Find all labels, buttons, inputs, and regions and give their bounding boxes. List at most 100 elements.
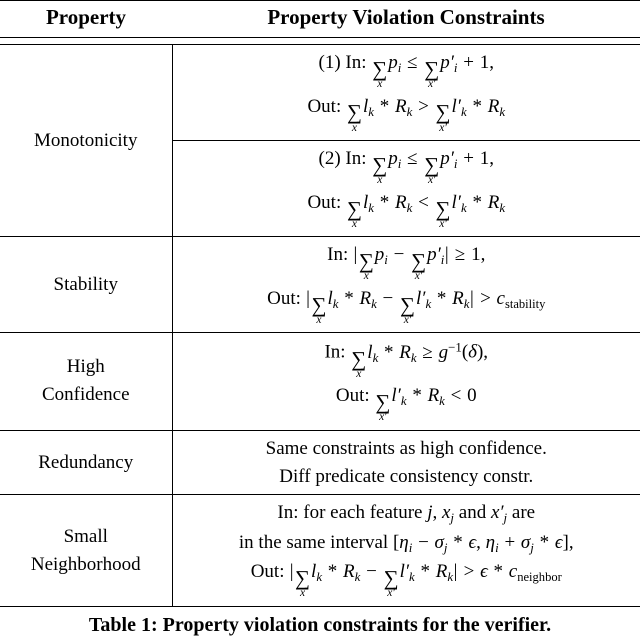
operator-plus: + — [463, 148, 474, 170]
operator-plus: + — [504, 531, 516, 553]
rule-right — [172, 37, 640, 45]
header-property: Property — [0, 0, 172, 38]
term-R-k: Rk — [427, 385, 445, 409]
sum-operator: ∑ x — [372, 56, 388, 91]
table-row: Monotonicity (1) In: ∑ x pi ≤ ∑ x′ p′i + 1, … — [0, 44, 640, 237]
constraint-line-out: Out: | ∑ x lk * Rk − ∑ x′ l′k * Rk| > ϵ * cne… — [183, 560, 631, 600]
term-p-prime-i: p′i — [440, 52, 458, 76]
symbol-epsilon: ϵ — [554, 531, 563, 553]
sum-operator: ∑ x′ — [435, 100, 451, 134]
table-row: Small Neighborhood In: for each feature … — [0, 494, 640, 606]
marker-one: (1) — [318, 52, 341, 73]
constraint-line-in-1: In: for each feature j, xj and x′j are — [183, 501, 631, 526]
term-R-k: Rk — [487, 95, 506, 119]
sum-operator: ∑ x′ — [436, 198, 451, 231]
term-R-k: Rk — [487, 191, 506, 215]
bracket-close: ], — [562, 531, 574, 553]
sum-operator: ∑ x — [346, 196, 362, 231]
constraint-cell-monotonicity-2: (2) In: ∑ x pi ≤ ∑ x′ p′i + 1, Out: ∑ x lk * R… — [172, 140, 640, 237]
value-one: 1, — [479, 52, 494, 73]
keyword-are: are — [511, 502, 536, 524]
sum-glyph: ∑ — [372, 56, 388, 81]
term-c-neighbor: cneighbor — [508, 561, 562, 585]
constraint-line-in: (2) In: ∑ x pi ≤ ∑ x′ p′i + 1, — [183, 147, 631, 187]
symbol-eta-i: ηi — [485, 531, 499, 555]
keyword-out: Out: — [335, 385, 370, 407]
term-g-inverse: g−1 — [438, 339, 462, 363]
paren-close: ), — [476, 341, 489, 363]
sum-limit: x — [377, 174, 383, 187]
sum-glyph: ∑ — [375, 390, 391, 415]
marker-two: (2) — [318, 148, 341, 170]
term-R-k: Rk — [394, 95, 413, 119]
property-constraints-table: Property Property Violation Constraints … — [0, 0, 640, 606]
sum-glyph: ∑ — [346, 196, 362, 221]
term-p-prime-i: p′i — [440, 148, 458, 172]
relation-lt: < — [450, 385, 462, 407]
keyword-for-each-feature: for each feature — [303, 502, 423, 524]
abs-bar-close: | — [453, 561, 458, 583]
sum-limit: x′ — [414, 270, 423, 283]
term-l-prime-k: l′k — [451, 191, 467, 215]
sum-glyph: ∑ — [424, 153, 440, 177]
relation-lt: < — [418, 191, 429, 213]
label-line-2: Neighborhood — [30, 553, 141, 575]
abs-bar-close: | — [444, 244, 449, 266]
term-l-k: lk — [311, 561, 323, 585]
term-x-j: xj — [441, 502, 455, 526]
header-constraints: Property Violation Constraints — [172, 0, 640, 38]
row-label-high-confidence: High Confidence — [0, 332, 173, 431]
keyword-in: In: — [277, 502, 299, 524]
sum-limit: x′ — [379, 411, 387, 424]
sum-operator: ∑ x — [295, 568, 310, 600]
sum-glyph: ∑ — [400, 292, 415, 317]
keyword-and: and — [458, 502, 487, 524]
sum-operator: ∑ x — [346, 100, 362, 134]
sum-limit: x — [351, 217, 358, 230]
sum-glyph: ∑ — [346, 100, 362, 125]
constraint-line-out: Out: ∑ x′ l′k * Rk < 0 — [183, 384, 631, 424]
keyword-out: Out: — [250, 561, 285, 583]
sum-glyph: ∑ — [435, 100, 451, 125]
table-header: Property Property Violation Constraints — [0, 0, 640, 38]
operator-plus: + — [463, 52, 474, 73]
constraint-line-in: (1) In: ∑ x pi ≤ ∑ x′ p′i + 1, — [183, 51, 631, 91]
symbol-delta: δ — [468, 341, 477, 363]
term-p-i: pi — [388, 148, 402, 172]
operator-minus: − — [366, 561, 377, 583]
operator-times: * — [472, 191, 482, 213]
constraint-line-out: Out: ∑ x lk * Rk < ∑ x′ l′k * Rk — [183, 191, 631, 231]
sum-operator: ∑ x′ — [424, 58, 439, 91]
sum-limit: x — [316, 313, 322, 326]
table-figure: Property Property Violation Constraints … — [0, 0, 640, 636]
term-l-k: lk — [362, 95, 374, 119]
relation-gt: > — [463, 561, 475, 583]
row-label-monotonicity: Monotonicity — [0, 44, 173, 237]
term-x-prime-j: x′j — [490, 502, 508, 526]
term-R-k: Rk — [343, 561, 361, 585]
value-zero: 0 — [467, 385, 477, 407]
sum-limit: x′ — [439, 217, 447, 230]
row-label-stability: Stability — [0, 236, 173, 333]
sum-glyph: ∑ — [372, 153, 388, 177]
subscript-stability: stability — [504, 296, 546, 311]
row-label-redundancy: Redundancy — [0, 429, 173, 495]
constraint-cell-small-neighborhood: In: for each feature j, xj and x′j are i… — [172, 494, 640, 606]
constraint-line-in: In: | ∑ x pi − ∑ x′ p′i| ≥ 1, — [183, 243, 631, 283]
operator-minus: − — [418, 531, 429, 553]
keyword-in: In: — [345, 148, 367, 170]
term-p-i: pi — [374, 244, 388, 268]
redundancy-line-2: Diff predicate consistency constr. — [279, 465, 534, 487]
symbol-sigma-j: σj — [434, 531, 448, 555]
constraint-cell-monotonicity-1: (1) In: ∑ x pi ≤ ∑ x′ p′i + 1, Out: ∑ x lk * R… — [172, 45, 640, 141]
sum-operator: ∑ x′ — [384, 568, 399, 600]
value-one: 1, — [479, 148, 494, 170]
constraint-line-in: In: ∑ x lk * Rk ≥ g−1(δ), — [183, 339, 631, 380]
sum-operator: ∑ x — [372, 153, 388, 187]
term-R-k: Rk — [394, 191, 413, 215]
sum-limit: x′ — [427, 174, 436, 187]
term-p-i: pi — [388, 52, 402, 76]
term-p-prime-i: p′i — [427, 244, 445, 268]
abs-bar-close: | — [470, 287, 474, 309]
table-row: Stability In: | ∑ x pi − ∑ x′ p′i| ≥ 1, Out: … — [0, 236, 640, 333]
